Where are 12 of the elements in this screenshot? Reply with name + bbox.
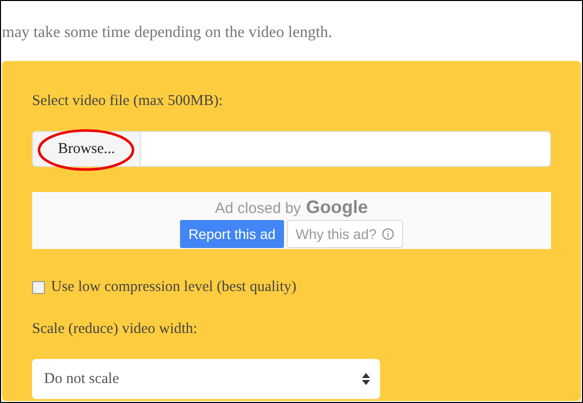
file-label: Select video file (max 500MB): [32,92,224,111]
ad-closed-text: Ad closed by [215,200,301,217]
info-icon [382,228,394,240]
intro-paragraph: may take some time depending on the video length. [2,23,334,43]
brand-text: Google [306,197,368,218]
checkbox-label: Use low compression level (best quality) [51,278,296,297]
checkbox[interactable] [32,280,45,294]
scale-label: Scale (reduce) video width: [32,320,198,339]
sort-arrows-icon [362,373,370,385]
report-ad-button[interactable]: Report this ad [180,220,284,248]
scale-select[interactable]: Do not scale [32,359,380,399]
browse-button[interactable]: Browse... [33,132,141,166]
